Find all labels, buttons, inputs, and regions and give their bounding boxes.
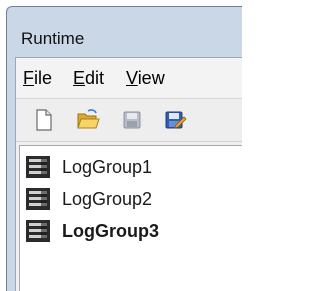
window-title: Runtime [21, 29, 85, 48]
tree-item-loggroup3[interactable]: LogGroup3 [26, 217, 159, 245]
save-as-icon [165, 111, 187, 129]
tree-item-loggroup1[interactable]: LogGroup1 [26, 153, 152, 181]
tree-item-label: LogGroup3 [62, 220, 159, 241]
open-folder-icon [77, 109, 100, 129]
menu-view-label: iew [137, 68, 165, 88]
save-button[interactable] [120, 108, 144, 132]
menu-view[interactable]: View [126, 68, 165, 89]
menu-bar: File Edit View [16, 58, 242, 99]
log-group-tree[interactable]: LogGroup1 LogGroup2 LogGroup3 [19, 145, 242, 291]
menu-file-label: ile [34, 68, 53, 88]
menu-edit[interactable]: Edit [73, 68, 104, 89]
tree-item-loggroup2[interactable]: LogGroup2 [26, 185, 152, 213]
app-window: Runtime File Edit View LogGroup1 LogGrou… [6, 6, 242, 291]
menu-file[interactable]: File [23, 68, 52, 89]
client-area: File Edit View LogGroup1 LogGroup2 LogGr… [15, 57, 242, 291]
save-as-button[interactable] [163, 108, 187, 132]
new-document-icon [36, 109, 52, 131]
menu-edit-label: dit [85, 68, 105, 88]
tree-item-label: LogGroup2 [62, 188, 153, 209]
save-icon [123, 111, 141, 129]
open-button[interactable] [76, 108, 100, 132]
menu-edit-mnemonic: E [73, 68, 86, 88]
toolbar [16, 99, 242, 142]
title-bar[interactable]: Runtime [7, 7, 242, 57]
menu-view-mnemonic: V [126, 68, 138, 88]
menu-file-mnemonic: F [23, 68, 34, 88]
tree-item-label: LogGroup1 [62, 156, 153, 177]
log-group-icon [26, 188, 50, 210]
new-button[interactable] [32, 108, 56, 132]
log-group-icon [26, 156, 50, 178]
log-group-icon [26, 220, 50, 242]
